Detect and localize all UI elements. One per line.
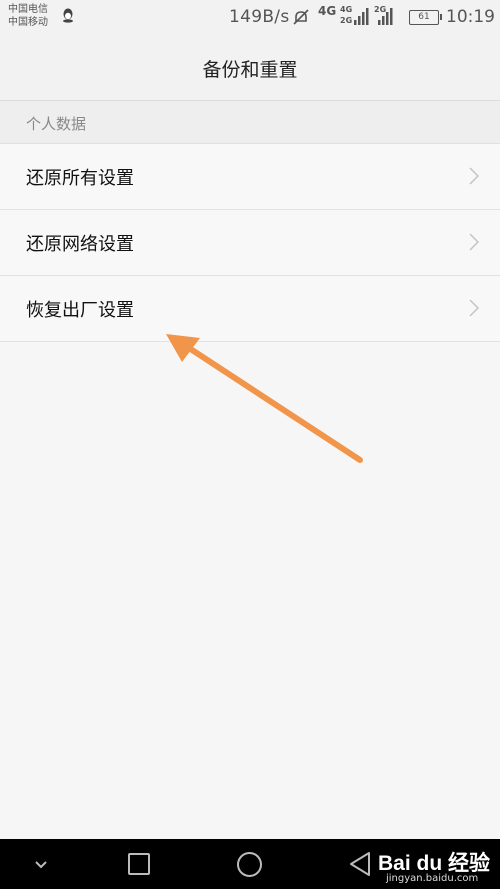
net-speed: 149B/s	[229, 7, 290, 27]
watermark-url: jingyan.baidu.com	[386, 873, 479, 884]
carrier-2: 中国移动	[8, 17, 48, 28]
svg-text:4G: 4G	[340, 5, 352, 14]
signal-icon-2: 2G	[374, 5, 393, 25]
list-item-reset-all-settings[interactable]: 还原所有设置	[0, 144, 500, 210]
page-title: 备份和重置	[202, 59, 298, 81]
section-label: 个人数据	[26, 115, 87, 133]
list-item-label: 恢复出厂设置	[26, 300, 134, 321]
chevron-down-icon[interactable]	[32, 855, 50, 873]
mute-icon	[293, 9, 309, 25]
back-icon[interactable]	[348, 851, 372, 877]
network-type: 4G	[318, 4, 337, 18]
chevron-right-icon	[469, 299, 480, 317]
carrier-info: 中国电信 中国移动	[8, 3, 48, 29]
status-bar: 中国电信 中国移动 149B/s 4G 4G 2G 2G 61 10:19	[0, 0, 500, 34]
chevron-right-icon	[469, 167, 480, 185]
list-item-reset-network-settings[interactable]: 还原网络设置	[0, 210, 500, 276]
signal-icon: 4G 2G	[340, 5, 369, 25]
carrier-1: 中国电信	[8, 4, 48, 15]
clock: 10:19	[446, 7, 495, 27]
watermark: Bai du 经验 jingyan.baidu.com	[378, 847, 490, 884]
chevron-right-icon	[469, 233, 480, 251]
title-bar: 备份和重置	[0, 34, 500, 101]
home-icon[interactable]	[236, 851, 263, 878]
screen: 中国电信 中国移动 149B/s 4G 4G 2G 2G 61 10:19 备份…	[0, 0, 500, 889]
battery-icon: 61	[409, 10, 442, 25]
nav-bar: Bai du 经验 jingyan.baidu.com	[0, 839, 500, 889]
section-header: 个人数据	[0, 101, 500, 144]
recent-apps-icon[interactable]	[127, 852, 151, 876]
svg-text:2G: 2G	[374, 5, 386, 14]
qq-icon	[63, 8, 73, 23]
settings-list: 还原所有设置 还原网络设置 恢复出厂设置	[0, 144, 500, 342]
annotation-arrow-icon	[166, 334, 363, 463]
list-item-label: 还原所有设置	[26, 168, 134, 189]
list-item-label: 还原网络设置	[26, 234, 134, 255]
svg-text:2G: 2G	[340, 16, 352, 25]
